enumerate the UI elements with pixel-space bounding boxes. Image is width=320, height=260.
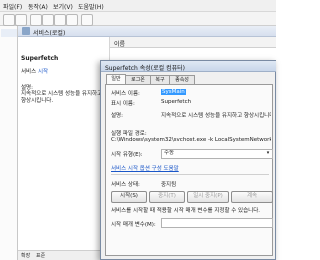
stop-button[interactable]: 중지(T): [149, 191, 185, 203]
menu-bar: 파일(F) 동작(A) 보기(V) 도움말(H): [0, 0, 276, 12]
dialog-title: Superfetch 속성(로컬 컴퓨터): [105, 65, 185, 72]
menu-action[interactable]: 동작(A): [28, 2, 48, 11]
properties-dialog: Superfetch 속성(로컬 컴퓨터) 일반 로그온 복구 종속성 서비스 …: [100, 60, 276, 260]
tree-item-services[interactable]: [1, 29, 17, 37]
chevron-down-icon: ▾: [266, 150, 270, 156]
executable-path-value[interactable]: C:\Windows\system32\svchost.exe -k Local…: [111, 137, 271, 143]
service-action-label: 서비스 시작: [21, 69, 49, 75]
executable-path-label: 실행 파일 경로:: [111, 131, 147, 137]
console-tree: [0, 26, 18, 260]
dialog-title-bar[interactable]: Superfetch 속성(로컬 컴퓨터): [101, 61, 276, 72]
menu-file[interactable]: 파일(F): [3, 2, 22, 11]
toolbar: [0, 12, 276, 26]
console-tree-icon[interactable]: [30, 14, 42, 26]
start-parameters-note: 서비스를 시작할 때 적용할 시작 매개 변수를 지정할 수 있습니다.: [111, 208, 261, 214]
start-parameters-input[interactable]: [161, 218, 273, 228]
refresh-icon[interactable]: [54, 14, 66, 26]
start-parameters-label: 시작 매개 변수(M):: [111, 222, 156, 228]
service-name-label: 서비스 이름:: [111, 91, 140, 97]
resume-button[interactable]: 계속: [231, 191, 273, 203]
service-name-value[interactable]: SysMain: [161, 89, 186, 95]
description-value[interactable]: 지속적으로 시스템 성능을 유지하고 향상시킵니다.: [161, 111, 271, 119]
forward-icon[interactable]: [15, 14, 27, 26]
service-status-label: 서비스 상태:: [111, 182, 140, 188]
export-icon[interactable]: [66, 14, 78, 26]
extended-description-pane: Superfetch 서비스 시작 설명: 지속적으로 시스템 성능을 유지하고…: [18, 37, 110, 250]
tab-standard[interactable]: 표준: [36, 252, 45, 259]
list-column-header: 이름: [110, 37, 276, 48]
start-service-link[interactable]: 시작: [38, 69, 48, 75]
menu-help[interactable]: 도움말(H): [78, 2, 104, 11]
startup-type-select[interactable]: 수동 ▾: [161, 149, 273, 159]
divider: [111, 174, 269, 175]
services-gear-icon: [22, 27, 30, 35]
startup-type-label: 시작 유형(E):: [111, 152, 143, 158]
selected-service-name: Superfetch: [21, 55, 59, 62]
description-label: 설명:: [21, 85, 33, 91]
start-button[interactable]: 시작(S): [111, 191, 147, 203]
column-name-header[interactable]: 이름: [114, 39, 125, 48]
pause-button[interactable]: 일시 중지(P): [187, 191, 229, 203]
description-text: 지속적으로 시스템 성능을 유지하고 향상시킵니다.: [21, 91, 103, 104]
help-icon[interactable]: [81, 14, 93, 26]
menu-view[interactable]: 보기(V): [53, 2, 73, 11]
tab-extended[interactable]: 확장: [21, 252, 30, 259]
display-name-value[interactable]: Superfetch: [161, 99, 191, 105]
display-name-label: 표시 이름:: [111, 101, 135, 107]
general-tab-panel: 서비스 이름: SysMain 표시 이름: Superfetch 설명: 지속…: [105, 84, 273, 256]
startup-options-help-link[interactable]: 서비스 시작 옵션 구성 도움말: [111, 164, 179, 172]
description-label: 설명:: [111, 113, 123, 119]
service-status-value: 중지됨: [161, 182, 177, 188]
pane-title: 서비스(로컬): [33, 30, 66, 37]
properties-icon[interactable]: [42, 14, 54, 26]
pane-header: 서비스(로컬): [18, 26, 276, 37]
back-icon[interactable]: [3, 14, 15, 26]
